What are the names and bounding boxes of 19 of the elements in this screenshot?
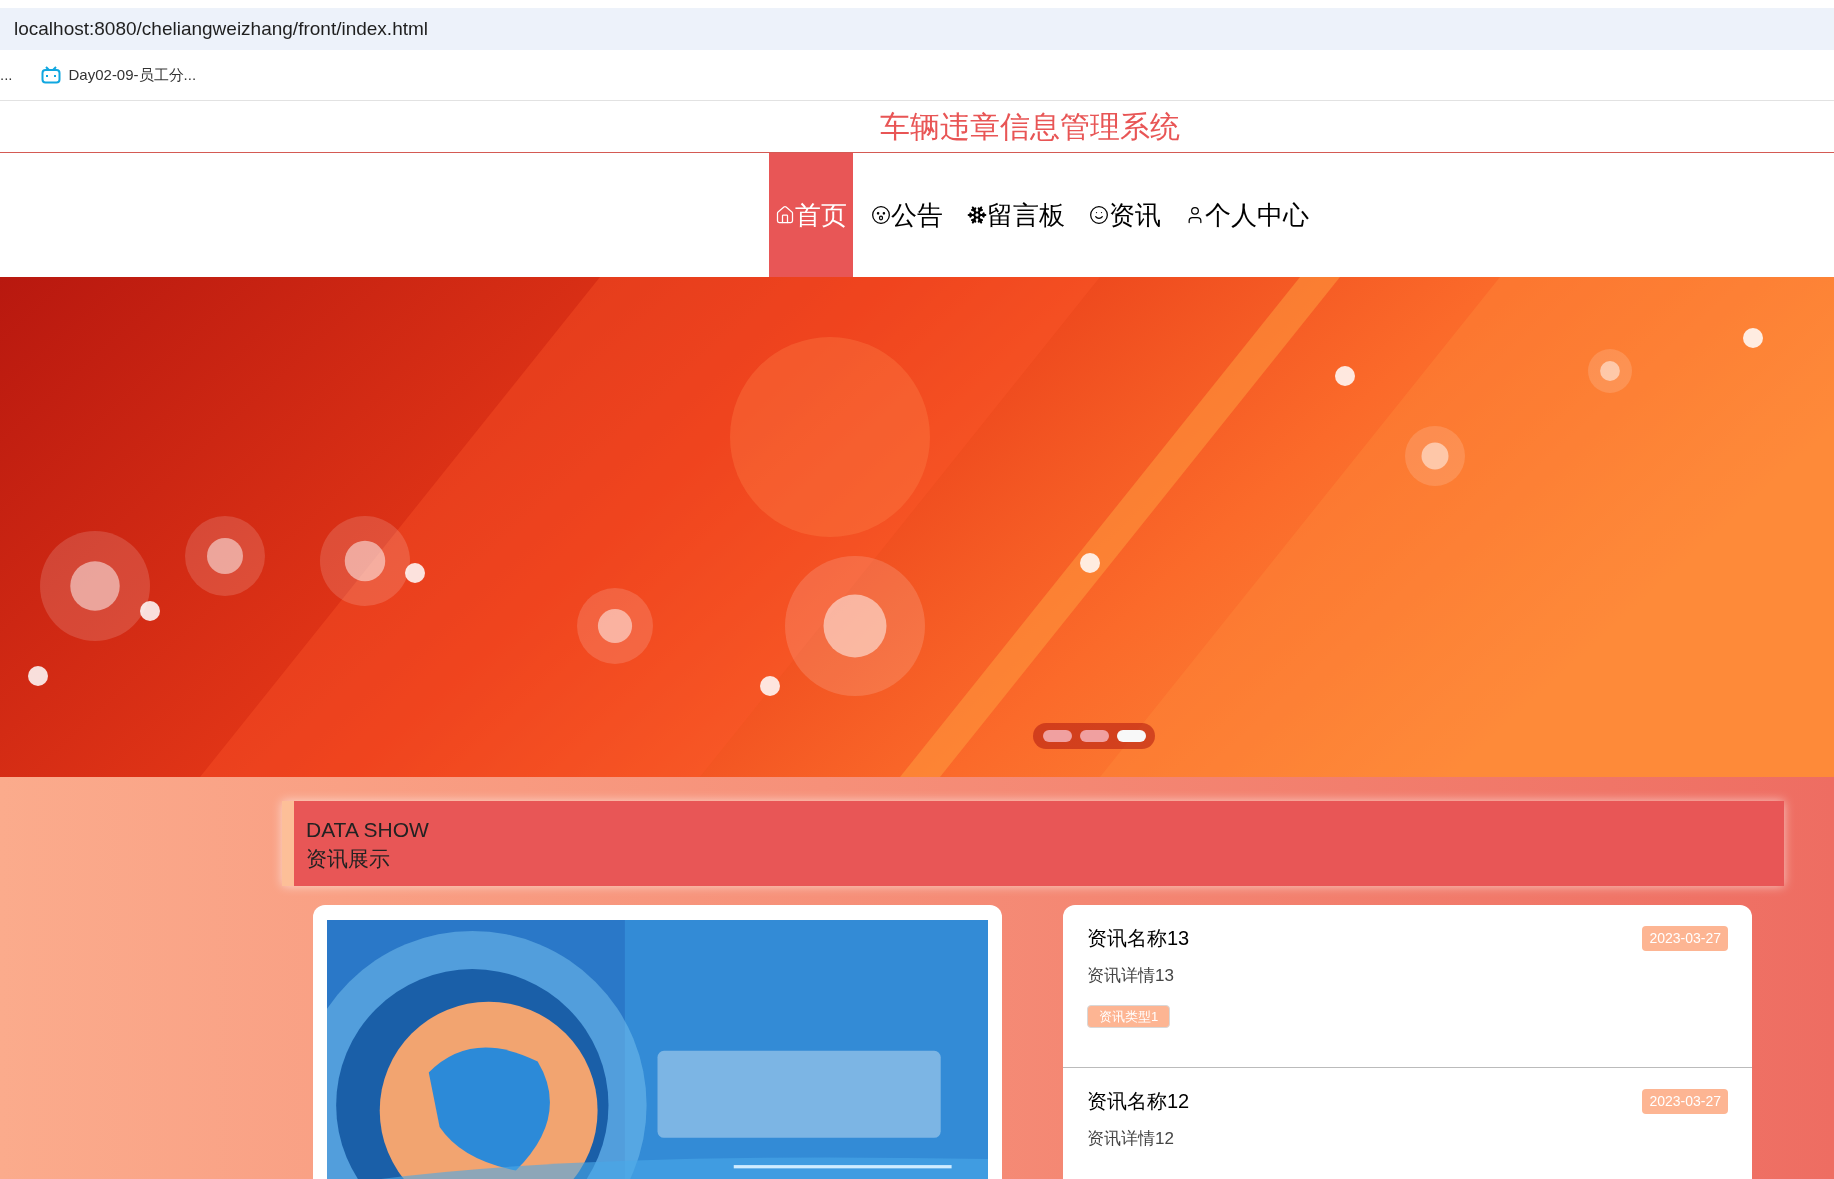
news-tag: 资讯类型1 bbox=[1087, 1004, 1171, 1028]
section-title-english: DATA SHOW bbox=[306, 816, 430, 843]
smiley-icon bbox=[1089, 205, 1109, 225]
news-date: 2023-03-27 bbox=[1642, 1088, 1728, 1114]
surprised-face-icon bbox=[871, 205, 891, 225]
home-icon bbox=[775, 205, 795, 225]
news-date: 2023-03-27 bbox=[1642, 925, 1728, 951]
site-title: 车辆违章信息管理系统 bbox=[880, 109, 1180, 145]
snowflake-icon bbox=[967, 205, 987, 225]
news-detail: 资讯详情13 bbox=[1087, 965, 1175, 987]
section-title: 资讯展示 bbox=[306, 845, 391, 872]
bookmark-link[interactable]: Day02-09-员工分... bbox=[40, 63, 197, 87]
news-title[interactable]: 资讯名称12 bbox=[1087, 1086, 1190, 1116]
address-bar[interactable]: localhost:8080/cheliangweizhang/front/index.html bbox=[0, 8, 1834, 50]
bookmark-link[interactable]: ... bbox=[0, 63, 13, 87]
nav-tab[interactable]: 首页 bbox=[769, 153, 853, 277]
news-detail: 资讯详情12 bbox=[1087, 1128, 1175, 1150]
tv-icon bbox=[40, 66, 61, 84]
news-title[interactable]: 资讯名称13 bbox=[1087, 923, 1190, 953]
